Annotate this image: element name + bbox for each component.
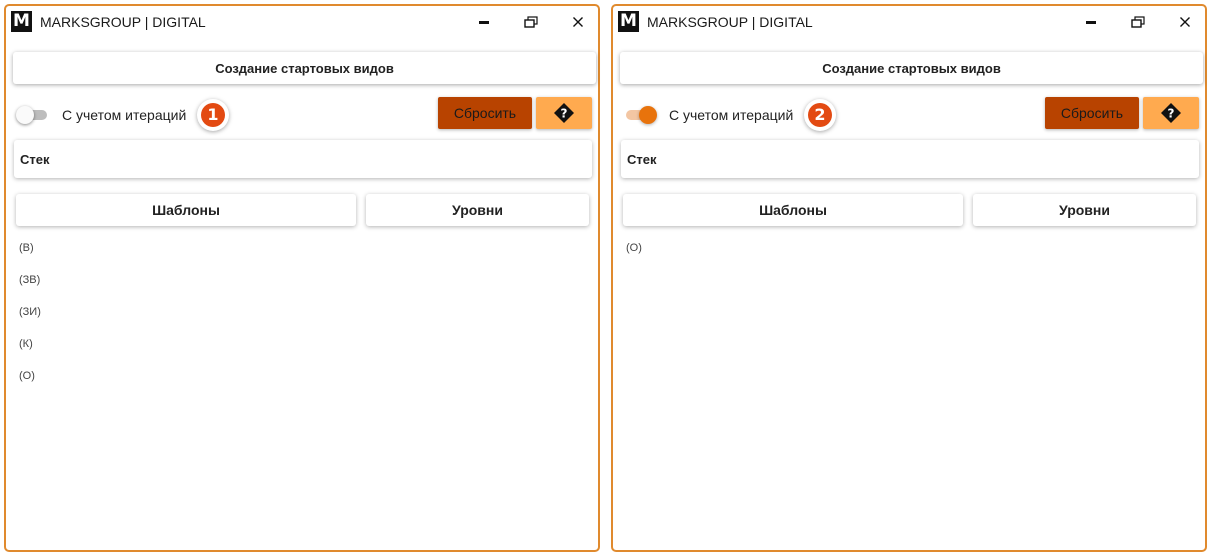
svg-text:?: ?	[1168, 107, 1175, 121]
list-item[interactable]: (О)	[626, 240, 642, 272]
help-diamond-icon: ?	[554, 103, 574, 123]
list-item[interactable]: (В)	[19, 240, 41, 272]
app-logo-icon: M	[618, 11, 639, 32]
toggle-thumb	[639, 106, 657, 124]
title-bar: M MARKSGROUP | DIGITAL	[613, 6, 1205, 40]
svg-text:?: ?	[561, 107, 568, 121]
restore-icon[interactable]	[1122, 10, 1154, 34]
app-logo-icon: M	[11, 11, 32, 32]
app-window-right: M MARKSGROUP | DIGITAL Создание стартовы…	[611, 4, 1207, 552]
minimize-icon[interactable]	[468, 10, 500, 34]
levels-button[interactable]: Уровни	[366, 194, 589, 226]
levels-button[interactable]: Уровни	[973, 194, 1196, 226]
help-diamond-icon: ?	[1161, 103, 1181, 123]
iterations-toggle-label: С учетом итераций	[669, 107, 794, 123]
step-number: 2	[808, 103, 832, 127]
views-list: (О)	[626, 240, 642, 272]
list-item[interactable]: (ЗВ)	[19, 272, 41, 304]
create-start-views-button[interactable]: Создание стартовых видов	[620, 52, 1203, 84]
minimize-icon[interactable]	[1075, 10, 1107, 34]
templates-button[interactable]: Шаблоны	[16, 194, 356, 226]
stack-field[interactable]: Стек	[621, 140, 1199, 178]
create-start-views-button[interactable]: Создание стартовых видов	[13, 52, 596, 84]
templates-button[interactable]: Шаблоны	[623, 194, 963, 226]
window-title: MARKSGROUP | DIGITAL	[647, 14, 813, 30]
step-badge: 1	[197, 99, 229, 131]
list-item[interactable]: (ЗИ)	[19, 304, 41, 336]
toggle-thumb	[16, 106, 34, 124]
close-icon[interactable]	[1169, 10, 1201, 34]
list-item[interactable]: (К)	[19, 336, 41, 368]
title-bar: M MARKSGROUP | DIGITAL	[6, 6, 598, 40]
step-badge: 2	[804, 99, 836, 131]
restore-icon[interactable]	[515, 10, 547, 34]
iterations-toggle-label: С учетом итераций	[62, 107, 187, 123]
close-icon[interactable]	[562, 10, 594, 34]
app-window-left: M MARKSGROUP | DIGITAL Создание стартовы…	[4, 4, 600, 552]
list-item[interactable]: (О)	[19, 368, 41, 400]
reset-button[interactable]: Сбросить	[1045, 97, 1139, 129]
help-button[interactable]: ?	[536, 97, 592, 129]
reset-button[interactable]: Сбросить	[438, 97, 532, 129]
stack-field[interactable]: Стек	[14, 140, 592, 178]
iterations-toggle[interactable]	[16, 106, 50, 124]
iterations-toggle[interactable]	[623, 106, 657, 124]
views-list: (В) (ЗВ) (ЗИ) (К) (О)	[19, 240, 41, 400]
help-button[interactable]: ?	[1143, 97, 1199, 129]
window-title: MARKSGROUP | DIGITAL	[40, 14, 206, 30]
stack-label: Стек	[20, 152, 50, 167]
step-number: 1	[201, 103, 225, 127]
stack-label: Стек	[627, 152, 657, 167]
